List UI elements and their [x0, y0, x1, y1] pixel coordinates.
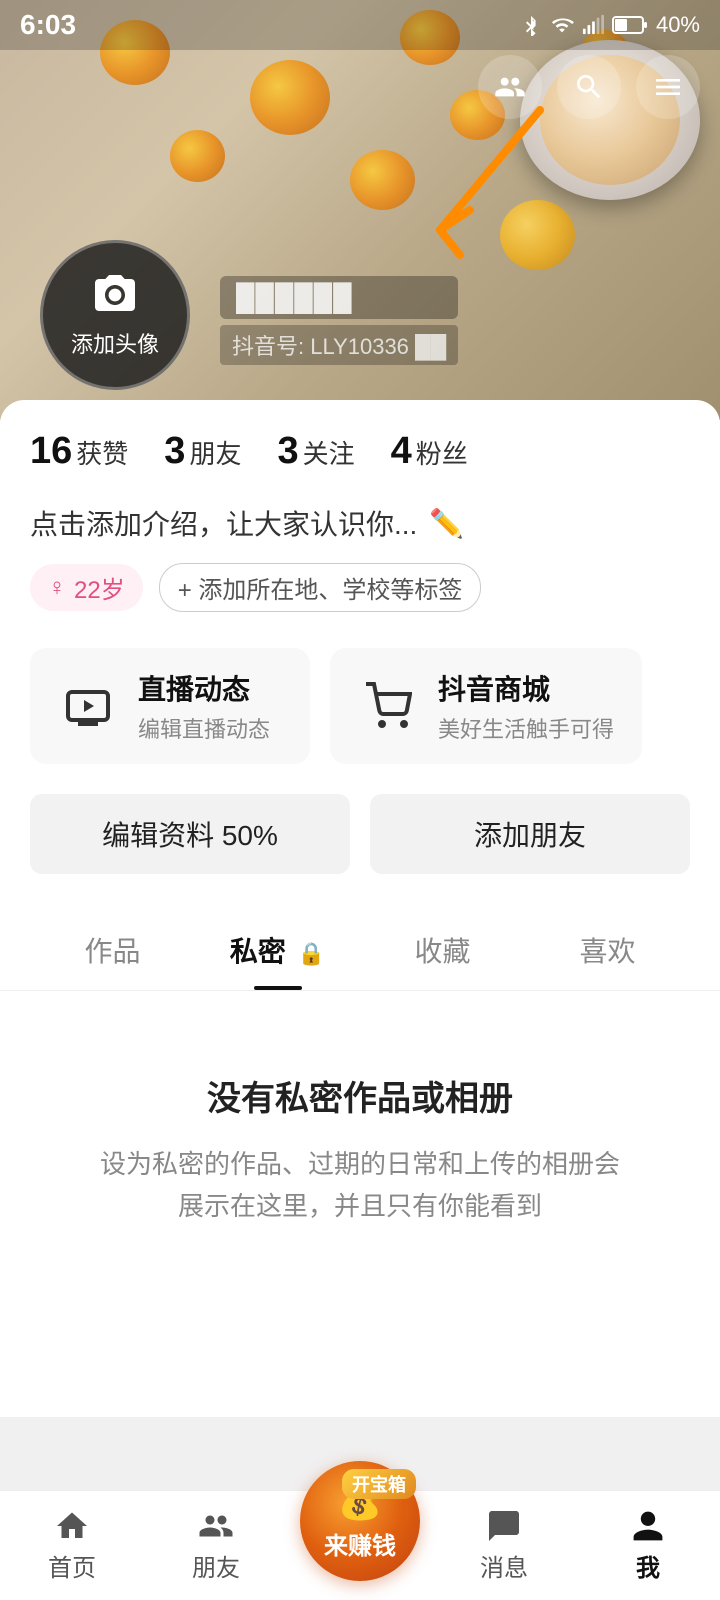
- avatar-area[interactable]: 添加头像: [40, 240, 190, 390]
- bottom-nav: 首页 朋友 开宝箱 💰 来赚钱 消息 我: [0, 1490, 720, 1600]
- stat-fans-label: 粉丝: [416, 434, 468, 471]
- nav-friends[interactable]: 朋友: [144, 1508, 288, 1583]
- message-icon: [486, 1508, 522, 1544]
- earn-badge: 开宝箱: [342, 1469, 416, 1499]
- stat-friends[interactable]: 3 朋友: [164, 430, 241, 473]
- tab-works-label: 作品: [84, 936, 140, 967]
- username-area: ██████ 抖音号: LLY10336 ██: [220, 276, 458, 365]
- empty-desc: 设为私密的作品、过期的日常和上传的相册会展示在这里，并且只有你能看到: [100, 1144, 620, 1227]
- header-actions: [478, 55, 700, 119]
- nav-friends-label: 朋友: [192, 1548, 240, 1583]
- gender-age-badge: ♀ 22岁: [30, 564, 143, 611]
- stat-fans-num: 4: [391, 430, 412, 473]
- shop-feature-card[interactable]: 抖音商城 美好生活触手可得: [330, 648, 642, 764]
- wifi-icon: [550, 14, 574, 36]
- action-buttons: 编辑资料 50% 添加朋友: [30, 794, 690, 874]
- stat-following[interactable]: 3 关注: [277, 430, 354, 473]
- stat-fans[interactable]: 4 粉丝: [391, 430, 468, 473]
- bio-row[interactable]: 点击添加介绍，让大家认识你... ✏️: [30, 503, 690, 543]
- fruit-8: [170, 130, 225, 182]
- tab-private[interactable]: 私密 🔒: [195, 910, 360, 990]
- empty-state: 没有私密作品或相册 设为私密的作品、过期的日常和上传的相册会展示在这里，并且只有…: [30, 991, 690, 1287]
- avatar-circle[interactable]: 添加头像: [40, 240, 190, 390]
- stat-friends-num: 3: [164, 430, 185, 473]
- gender-symbol: ♀: [48, 574, 66, 602]
- cart-icon-wrap: [358, 676, 418, 736]
- stat-likes-label: 获赞: [76, 434, 128, 471]
- nav-friends-icon: [198, 1508, 234, 1544]
- camera-icon: [91, 271, 139, 319]
- add-avatar-label: 添加头像: [71, 327, 159, 359]
- stat-following-num: 3: [277, 430, 298, 473]
- live-feature-sub: 编辑直播动态: [138, 712, 270, 744]
- nav-messages-label: 消息: [480, 1548, 528, 1583]
- friends-button[interactable]: [478, 55, 542, 119]
- bio-edit-icon[interactable]: ✏️: [429, 507, 464, 540]
- tab-likes-label: 喜欢: [579, 936, 635, 967]
- tab-works[interactable]: 作品: [30, 910, 195, 990]
- live-feature-title: 直播动态: [138, 668, 270, 708]
- nav-home[interactable]: 首页: [0, 1508, 144, 1583]
- status-icons: 40%: [520, 12, 700, 38]
- tab-private-label: 私密: [230, 936, 286, 967]
- empty-title: 没有私密作品或相册: [207, 1071, 513, 1120]
- edit-profile-button[interactable]: 编辑资料 50%: [30, 794, 350, 874]
- status-time: 6:03: [20, 9, 76, 41]
- earn-money-button[interactable]: 开宝箱 💰 来赚钱: [300, 1461, 420, 1581]
- nav-messages[interactable]: 消息: [432, 1508, 576, 1583]
- home-icon: [54, 1508, 90, 1544]
- earn-label: 来赚钱: [324, 1526, 396, 1561]
- shop-feature-text: 抖音商城 美好生活触手可得: [438, 668, 614, 744]
- nav-home-label: 首页: [48, 1548, 96, 1583]
- tv-icon-wrap: [58, 676, 118, 736]
- lock-icon: 🔒: [298, 941, 325, 966]
- stat-likes[interactable]: 16 获赞: [30, 430, 128, 473]
- shop-feature-sub: 美好生活触手可得: [438, 712, 614, 744]
- live-feature-card[interactable]: 直播动态 编辑直播动态: [30, 648, 310, 764]
- signal-icon: [582, 14, 604, 36]
- battery-percent: 40%: [656, 12, 700, 38]
- tab-collections-label: 收藏: [414, 936, 470, 967]
- user-id: 抖音号: LLY10336 ██: [220, 325, 458, 365]
- nav-profile-icon: [630, 1508, 666, 1544]
- username-text: ██████: [220, 276, 458, 319]
- stat-likes-num: 16: [30, 430, 72, 473]
- tab-likes[interactable]: 喜欢: [525, 910, 690, 990]
- status-bar: 6:03 40%: [0, 0, 720, 50]
- tabs-row: 作品 私密 🔒 收藏 喜欢: [0, 910, 720, 991]
- main-card: 16 获赞 3 朋友 3 关注 4 粉丝 点击添加介绍，让大家认识你... ✏️…: [0, 400, 720, 1417]
- nav-profile[interactable]: 我: [576, 1508, 720, 1583]
- live-feature-text: 直播动态 编辑直播动态: [138, 668, 270, 744]
- tab-collections[interactable]: 收藏: [360, 910, 525, 990]
- feature-row: 直播动态 编辑直播动态 抖音商城 美好生活触手可得: [30, 648, 690, 764]
- stats-row: 16 获赞 3 朋友 3 关注 4 粉丝: [30, 430, 690, 473]
- battery-icon: [612, 15, 648, 35]
- shop-feature-title: 抖音商城: [438, 668, 614, 708]
- stat-following-label: 关注: [303, 434, 355, 471]
- menu-button[interactable]: [636, 55, 700, 119]
- stat-friends-label: 朋友: [189, 434, 241, 471]
- add-friend-button[interactable]: 添加朋友: [370, 794, 690, 874]
- nav-profile-label: 我: [636, 1548, 660, 1583]
- add-tag-label: + 添加所在地、学校等标签: [178, 570, 463, 605]
- search-button[interactable]: [557, 55, 621, 119]
- cart-icon: [364, 682, 412, 730]
- tags-row: ♀ 22岁 + 添加所在地、学校等标签: [30, 563, 690, 612]
- fruit-2: [250, 60, 330, 135]
- cover-area: 添加头像 ██████ 抖音号: LLY10336 ██: [0, 0, 720, 420]
- bio-text: 点击添加介绍，让大家认识你...: [30, 503, 417, 543]
- tv-icon: [64, 682, 112, 730]
- nav-center[interactable]: 开宝箱 💰 来赚钱: [288, 1511, 432, 1581]
- age-label: 22岁: [74, 570, 125, 605]
- add-tag-button[interactable]: + 添加所在地、学校等标签: [159, 563, 482, 612]
- bluetooth-icon: [520, 14, 542, 36]
